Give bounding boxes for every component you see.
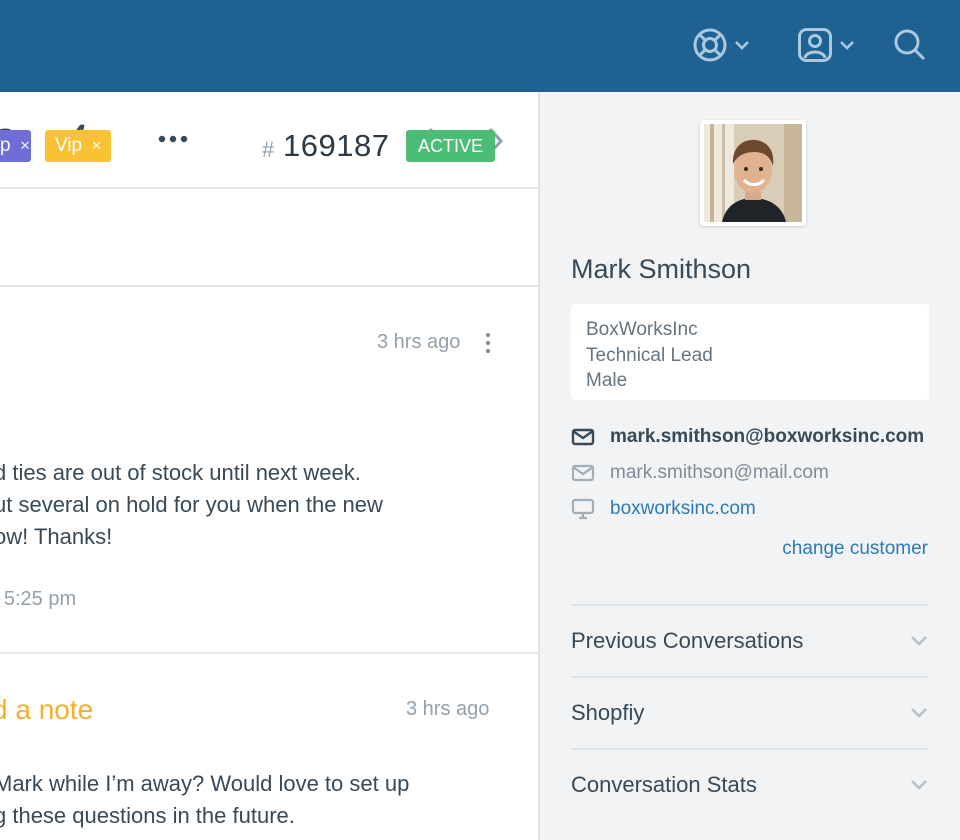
accordion-label: Shopfiy [571,700,645,725]
ticket-number: 169187 [283,128,390,163]
website-link[interactable]: boxworksinc.com [610,498,756,520]
message-text-line: ut several on hold for you when the new [0,492,383,517]
primary-email: mark.smithson@boxworksinc.com [610,426,925,447]
ticket-tag[interactable]: p ✕ [0,130,31,162]
avatar [700,120,806,226]
mail-icon [571,427,595,447]
chevron-down-icon [735,41,749,50]
lifebuoy-icon [693,28,727,62]
accordion-shopify[interactable]: Shopfiy [571,676,929,748]
customer-sidebar: Mark Smithson BoxWorksInc Technical Lead… [540,92,960,840]
website-row[interactable]: boxworksinc.com [571,498,756,520]
message-text-line: d ties are out of stock until next week. [0,460,361,485]
accordion-previous-conversations[interactable]: Previous Conversations [571,604,929,676]
search-icon [894,29,926,61]
chevron-down-icon [840,41,854,50]
secondary-email: mark.smithson@mail.com [610,462,829,483]
accordion-conversation-stats[interactable]: Conversation Stats [571,748,929,820]
ticket-tag-vip[interactable]: Vip ✕ [45,130,111,162]
secondary-email-row[interactable]: mark.smithson@mail.com [571,462,829,484]
profile-menu-button[interactable] [797,26,857,64]
user-icon [798,28,832,62]
message-text-line: ow! Thanks! [0,524,113,549]
help-menu-button[interactable] [692,26,752,64]
change-customer-link[interactable]: change customer [782,538,928,560]
tag-label: Vip [55,135,83,156]
mail-icon [571,463,595,483]
note-title: d a note [0,694,94,725]
monitor-icon [571,498,595,520]
customer-photo [704,124,802,222]
note-timestamp: 3 hrs ago [406,698,490,720]
chevron-down-icon [911,636,927,646]
chevron-down-icon [911,708,927,718]
message-meta: @ 5:25 pm [0,588,77,610]
remove-tag-button[interactable]: ✕ [20,138,31,154]
customer-info-card: BoxWorksInc Technical Lead Male [571,304,929,400]
more-actions-button[interactable] [158,130,188,148]
accordion-label: Previous Conversations [571,628,804,653]
primary-email-row[interactable]: mark.smithson@boxworksinc.com [571,426,924,448]
message-timestamp: 3 hrs ago [377,331,461,353]
message-options-button[interactable] [486,333,492,353]
customer-gender: Male [586,370,628,391]
note-text-line: g these questions in the future. [0,803,295,828]
dot [486,333,490,337]
more-icon [158,135,188,143]
chevron-down-icon [911,780,927,790]
top-navigation-bar [0,0,960,92]
accordion-label: Conversation Stats [571,772,757,797]
customer-company: BoxWorksInc [586,319,698,340]
status-badge[interactable]: ACTIVE [406,130,495,162]
tag-label: p [0,135,11,156]
ticket-hash: # [262,137,275,162]
remove-tag-button[interactable]: ✕ [91,138,102,154]
ticket-header [0,189,538,287]
message-divider [0,652,538,654]
dot [486,349,490,353]
note-text-line: Mark while I’m away? Would love to set u… [0,771,410,796]
search-button[interactable] [893,26,927,64]
customer-job-title: Technical Lead [586,344,713,366]
dot [486,341,490,345]
customer-name: Mark Smithson [571,254,752,284]
